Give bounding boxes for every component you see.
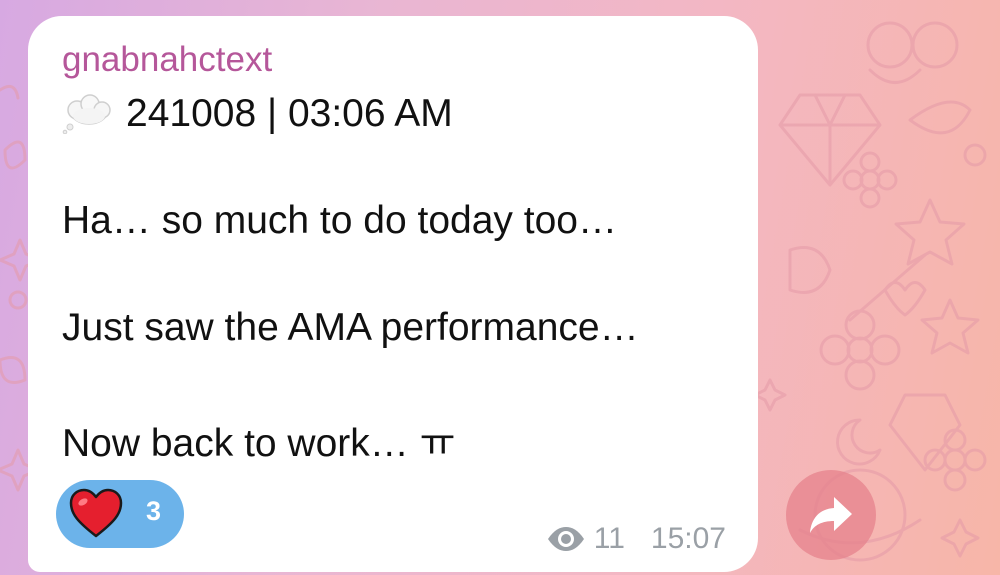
message-meta: 11 15:07 bbox=[546, 522, 726, 556]
message-time: 15:07 bbox=[650, 522, 726, 555]
message-line-3: Now back to work… ㅠ bbox=[62, 422, 456, 465]
heart-icon bbox=[69, 488, 123, 538]
message-bubble: gnabnahctext 241008 | 03:06 AM Ha… so mu… bbox=[28, 16, 758, 572]
message-header-text: 241008 | 03:06 AM bbox=[126, 92, 453, 135]
thought-cloud-icon bbox=[62, 94, 111, 134]
message-header: 241008 | 03:06 AM bbox=[62, 92, 453, 136]
sender-name[interactable]: gnabnahctext bbox=[62, 40, 272, 80]
eye-icon bbox=[547, 527, 584, 551]
reaction-count: 3 bbox=[146, 496, 162, 526]
heart-reaction-button[interactable]: 3 bbox=[56, 480, 184, 548]
message-line-1: Ha… so much to do today too… bbox=[62, 199, 617, 242]
message-line-2: Just saw the AMA performance… bbox=[62, 306, 639, 349]
view-count: 11 bbox=[593, 522, 625, 555]
chat-background: gnabnahctext 241008 | 03:06 AM Ha… so mu… bbox=[0, 0, 1000, 575]
share-button[interactable] bbox=[786, 470, 876, 560]
share-arrow-icon bbox=[810, 497, 852, 533]
